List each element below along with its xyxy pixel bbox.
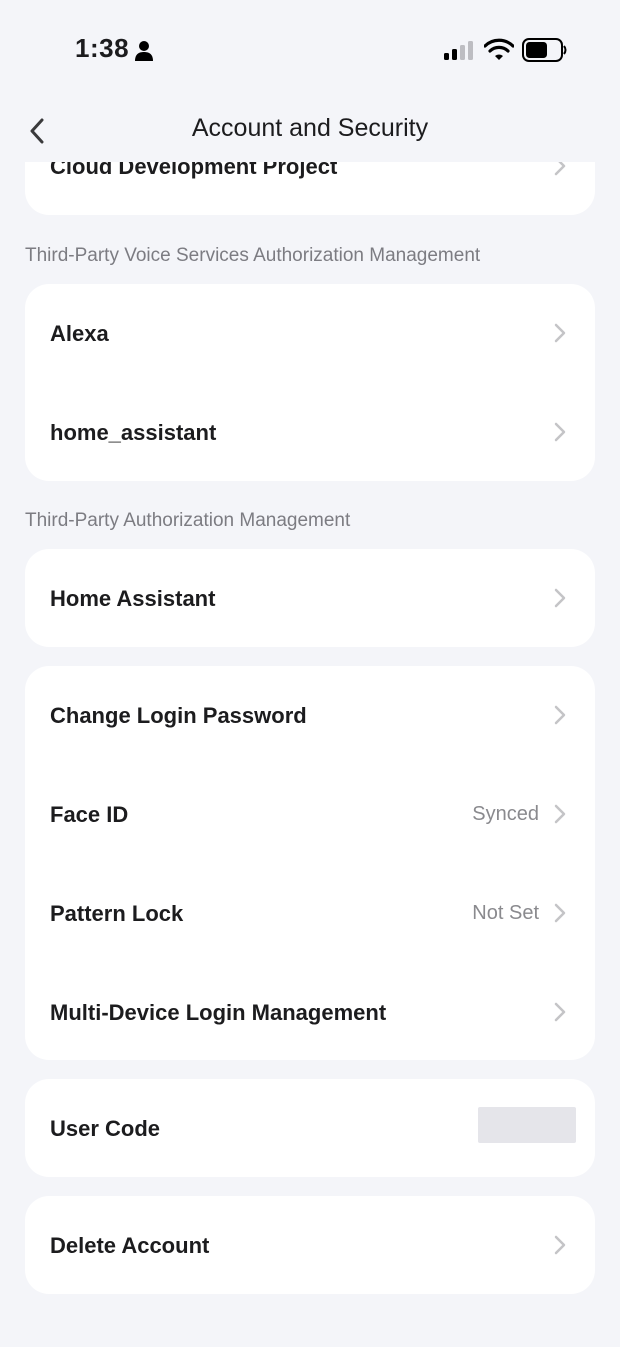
row-home-assistant-voice[interactable]: home_assistant [25,383,595,481]
row-multi-device-login[interactable]: Multi-Device Login Management [25,963,595,1060]
face-id-status: Synced [472,803,539,825]
row-label: Delete Account [50,1233,210,1258]
signal-icon [444,41,473,60]
row-label: User Code [50,1116,161,1141]
voice-services-card: Alexa home_assistant [25,284,595,481]
section-header-voice-services: Third-Party Voice Services Authorization… [25,245,481,266]
pattern-lock-status: Not Set [472,902,539,924]
page-title: Account and Security [191,114,429,142]
row-label: home_assistant [50,420,217,445]
chevron-right-icon [554,162,566,176]
status-bar: 1:38 [0,0,620,100]
security-card: Change Login Password Face ID Synced Pat… [25,666,595,1060]
chevron-right-icon [554,422,566,442]
delete-account-card: Delete Account [25,1196,595,1294]
chevron-right-icon [554,804,566,824]
battery-icon [522,38,567,62]
user-code-redacted [478,1107,576,1143]
chevron-right-icon [554,323,566,343]
third-party-card: Home Assistant [25,549,595,647]
person-icon [135,41,153,61]
nav-bar: Account and Security [0,100,620,162]
user-code-card: User Code [25,1079,595,1177]
row-label: Face ID [50,802,129,827]
row-alexa[interactable]: Alexa [25,284,595,383]
row-label: Change Login Password [50,703,307,728]
row-pattern-lock[interactable]: Pattern Lock Not Set [25,864,595,963]
status-time: 1:38 [75,33,130,63]
row-label: Alexa [50,321,109,346]
row-label: Pattern Lock [50,901,184,926]
wifi-icon [484,38,514,60]
section-header-third-party: Third-Party Authorization Management [25,510,351,531]
row-delete-account[interactable]: Delete Account [25,1196,595,1294]
chevron-right-icon [554,588,566,608]
chevron-right-icon [554,705,566,725]
row-cloud-development-project[interactable]: Cloud Development Project [25,162,595,215]
row-label: Home Assistant [50,586,216,611]
settings-list[interactable]: Cloud Development Project Third-Party Vo… [0,162,620,1347]
row-home-assistant[interactable]: Home Assistant [25,549,595,647]
row-user-code[interactable]: User Code [25,1079,595,1177]
chevron-right-icon [554,1235,566,1255]
row-label: Multi-Device Login Management [50,1000,387,1025]
cloud-project-card: Cloud Development Project [25,162,595,215]
chevron-right-icon [554,903,566,923]
row-face-id[interactable]: Face ID Synced [25,765,595,864]
row-label: Cloud Development Project [50,162,338,179]
chevron-right-icon [554,1002,566,1022]
row-change-login-password[interactable]: Change Login Password [25,666,595,765]
